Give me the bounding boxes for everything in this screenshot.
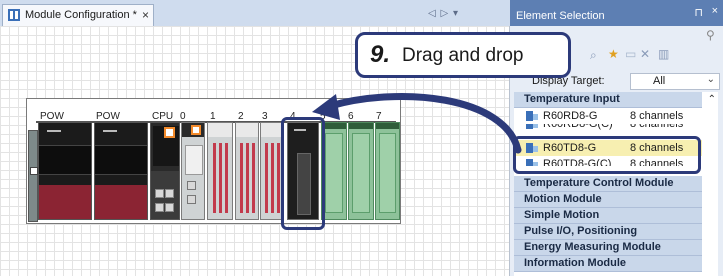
tab-module-configuration[interactable]: Module Configuration * × bbox=[2, 4, 154, 26]
step-number: 9. bbox=[370, 41, 391, 68]
cpu-module[interactable] bbox=[150, 122, 180, 220]
list-item-r60rd8-g-c[interactable]: R60RD8-G(C) 8 channels bbox=[514, 124, 702, 134]
delete-icon[interactable]: ✕ bbox=[640, 47, 650, 61]
display-target-select[interactable]: All ⌄ bbox=[630, 73, 720, 90]
slot-6-empty[interactable] bbox=[348, 122, 374, 220]
selected-item-highlight bbox=[513, 136, 701, 174]
panel-nav-arrows[interactable]: ◁ ▷ ▾ bbox=[428, 8, 459, 19]
category-information[interactable]: Information Module bbox=[514, 256, 702, 272]
close-icon[interactable]: × bbox=[712, 5, 718, 17]
display-target-value: All bbox=[653, 75, 666, 87]
module-config-icon bbox=[8, 9, 20, 21]
category-motion[interactable]: Motion Module bbox=[514, 192, 702, 208]
panel-header: ◁ ▷ ▾ Element Selection ⊓ × bbox=[428, 0, 723, 26]
find-icon[interactable]: ⌕ bbox=[590, 48, 597, 63]
drop-target-highlight bbox=[281, 117, 325, 230]
pin-icon[interactable]: ⊓ bbox=[694, 6, 703, 19]
slot-0-module[interactable] bbox=[181, 122, 205, 220]
list-item-r60rd8-g[interactable]: R60RD8-G 8 channels bbox=[514, 108, 702, 124]
module-icon bbox=[526, 124, 538, 129]
instruction-callout: 9. Drag and drop bbox=[355, 32, 571, 78]
slot-2-module[interactable] bbox=[235, 122, 259, 220]
power-supply-module-1[interactable] bbox=[38, 122, 92, 220]
element-list: Temperature Input ⌃ R60RD8-G 8 channels … bbox=[514, 92, 718, 276]
category-energy[interactable]: Energy Measuring Module bbox=[514, 240, 702, 256]
item-channels: 8 channels bbox=[630, 124, 684, 130]
module-icon bbox=[526, 111, 538, 121]
close-icon[interactable]: × bbox=[142, 8, 149, 22]
category-pulse-io[interactable]: Pulse I/O, Positioning bbox=[514, 224, 702, 240]
item-model: R60RD8-G bbox=[543, 110, 598, 122]
panel-title: Element Selection bbox=[516, 10, 605, 22]
end-cover bbox=[28, 130, 38, 222]
power-supply-module-2[interactable] bbox=[94, 122, 148, 220]
folder-icon[interactable]: ▭ bbox=[625, 47, 636, 61]
tab-label: Module Configuration * bbox=[25, 9, 137, 21]
item-channels: 8 channels bbox=[630, 110, 684, 122]
category-temperature-input[interactable]: Temperature Input bbox=[514, 92, 702, 108]
scroll-up-icon[interactable]: ⌃ bbox=[708, 94, 716, 105]
category-temperature-control[interactable]: Temperature Control Module bbox=[514, 176, 702, 192]
slot-7-empty[interactable] bbox=[375, 122, 400, 220]
chevron-down-icon: ⌄ bbox=[706, 74, 715, 85]
item-model: R60RD8-G(C) bbox=[543, 124, 613, 130]
step-text: Drag and drop bbox=[402, 45, 524, 66]
category-simple-motion[interactable]: Simple Motion bbox=[514, 208, 702, 224]
slot-1-module[interactable] bbox=[207, 122, 233, 220]
favorite-icon[interactable]: ★ bbox=[608, 47, 619, 61]
layout-icon[interactable]: ▥ bbox=[658, 47, 669, 61]
search-icon[interactable]: ⚲ bbox=[706, 28, 715, 42]
